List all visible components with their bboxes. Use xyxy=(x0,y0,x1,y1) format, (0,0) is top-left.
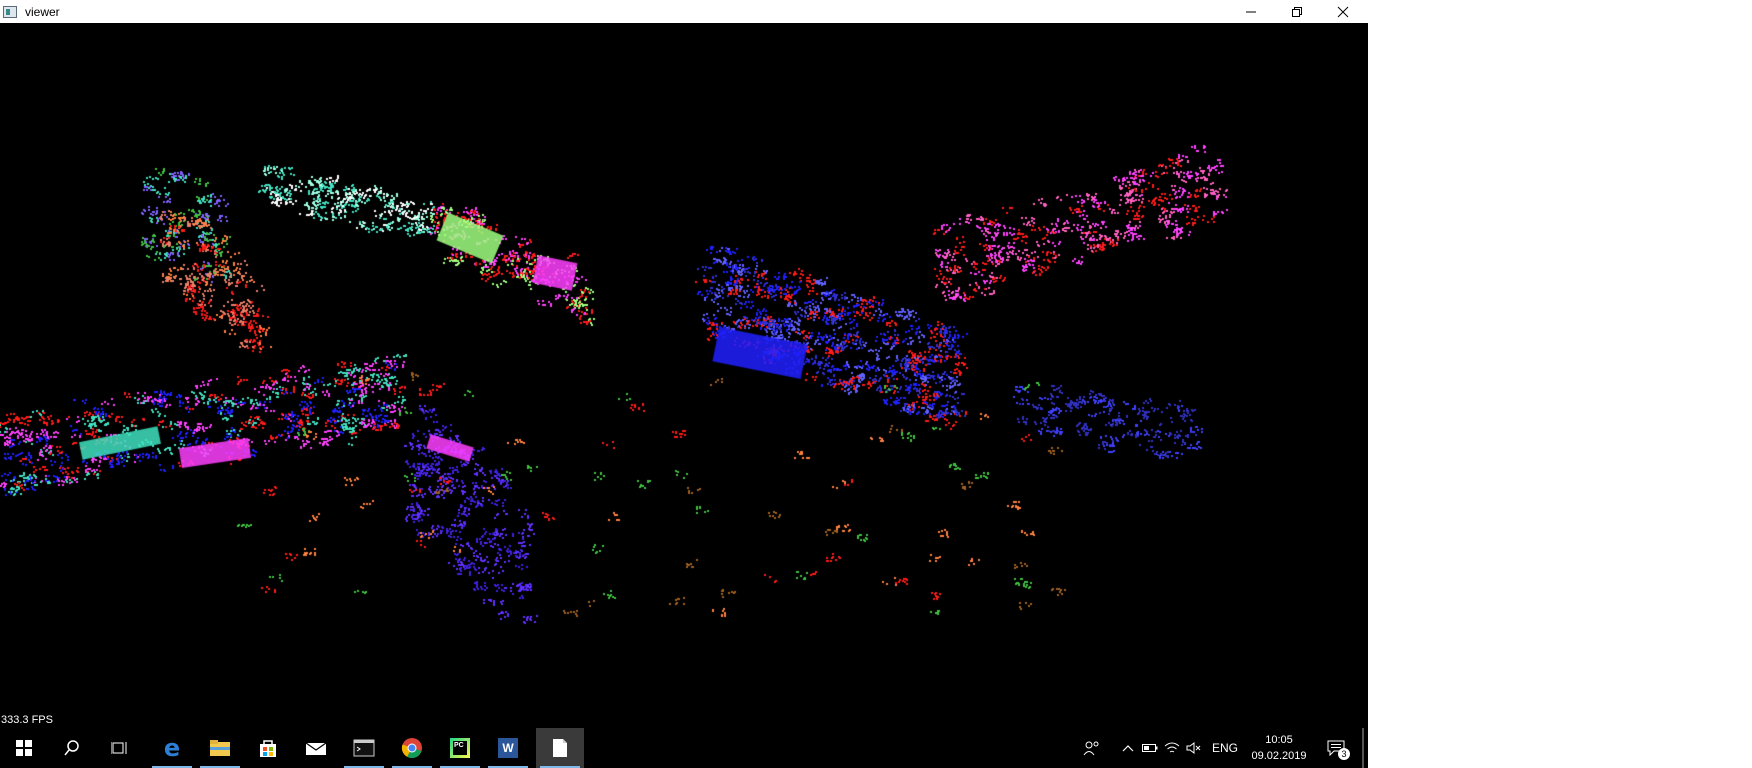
folder-icon xyxy=(210,740,230,756)
mail-icon xyxy=(305,742,327,755)
pycharm-label: PC xyxy=(453,741,467,755)
close-button[interactable] xyxy=(1320,0,1366,23)
store-icon xyxy=(260,740,276,757)
people-icon xyxy=(1083,741,1099,756)
taskbar-file-explorer[interactable] xyxy=(196,728,244,768)
viewer-window: viewer 333.3 FPS e PC W ENG 10:05 09.02.… xyxy=(0,0,1368,768)
tray-language[interactable]: ENG xyxy=(1210,728,1240,768)
chevron-up-icon xyxy=(1122,745,1134,752)
task-view-icon xyxy=(111,742,127,754)
point-cloud-canvas[interactable] xyxy=(0,23,1368,728)
taskbar-terminal[interactable] xyxy=(340,728,388,768)
tray-battery[interactable] xyxy=(1140,728,1160,768)
tray-clock[interactable]: 10:05 09.02.2019 xyxy=(1244,732,1314,764)
wifi-icon xyxy=(1164,742,1180,753)
tray-volume[interactable] xyxy=(1184,728,1204,768)
minimize-icon xyxy=(1246,11,1256,12)
tray-wifi[interactable] xyxy=(1162,728,1182,768)
app-icon xyxy=(3,5,17,18)
taskbar-store[interactable] xyxy=(244,728,292,768)
search-button[interactable] xyxy=(48,728,96,768)
taskbar-pycharm[interactable]: PC xyxy=(436,728,484,768)
battery-icon xyxy=(1142,744,1158,752)
tray-overflow[interactable] xyxy=(1118,728,1138,768)
close-icon xyxy=(1337,6,1349,17)
desktop-background xyxy=(1368,0,1752,768)
title-bar[interactable]: viewer xyxy=(0,0,1368,23)
chrome-icon xyxy=(401,738,422,759)
terminal-icon xyxy=(353,739,375,757)
windows-logo-icon xyxy=(16,740,32,756)
clock-date: 09.02.2019 xyxy=(1251,750,1307,762)
taskbar-chrome[interactable] xyxy=(388,728,436,768)
word-label: W xyxy=(502,741,514,755)
search-icon xyxy=(64,740,79,756)
window-title: viewer xyxy=(25,4,60,19)
tray-people[interactable] xyxy=(1080,728,1104,768)
minimize-button[interactable] xyxy=(1228,0,1274,23)
taskbar-mail[interactable] xyxy=(292,728,340,768)
start-button[interactable] xyxy=(0,728,48,768)
edge-icon: e xyxy=(163,734,181,762)
word-icon: W xyxy=(498,738,518,758)
volume-muted-icon xyxy=(1186,742,1201,754)
taskbar-word[interactable]: W xyxy=(484,728,532,768)
notification-badge: 3 xyxy=(1338,748,1350,760)
fps-counter: 333.3 FPS xyxy=(1,714,53,726)
taskbar-viewer[interactable] xyxy=(536,728,584,768)
taskbar: e PC W ENG 10:05 09.02.2019 3 xyxy=(0,728,1368,768)
document-icon xyxy=(553,739,567,757)
restore-icon xyxy=(1292,6,1302,17)
point-cloud-viewport[interactable] xyxy=(0,23,1368,728)
task-view-button[interactable] xyxy=(96,728,144,768)
show-desktop-button[interactable] xyxy=(1362,728,1364,768)
pycharm-icon: PC xyxy=(450,738,470,758)
clock-time: 10:05 xyxy=(1265,734,1293,746)
restore-button[interactable] xyxy=(1274,0,1320,23)
taskbar-edge[interactable]: e xyxy=(148,728,196,768)
